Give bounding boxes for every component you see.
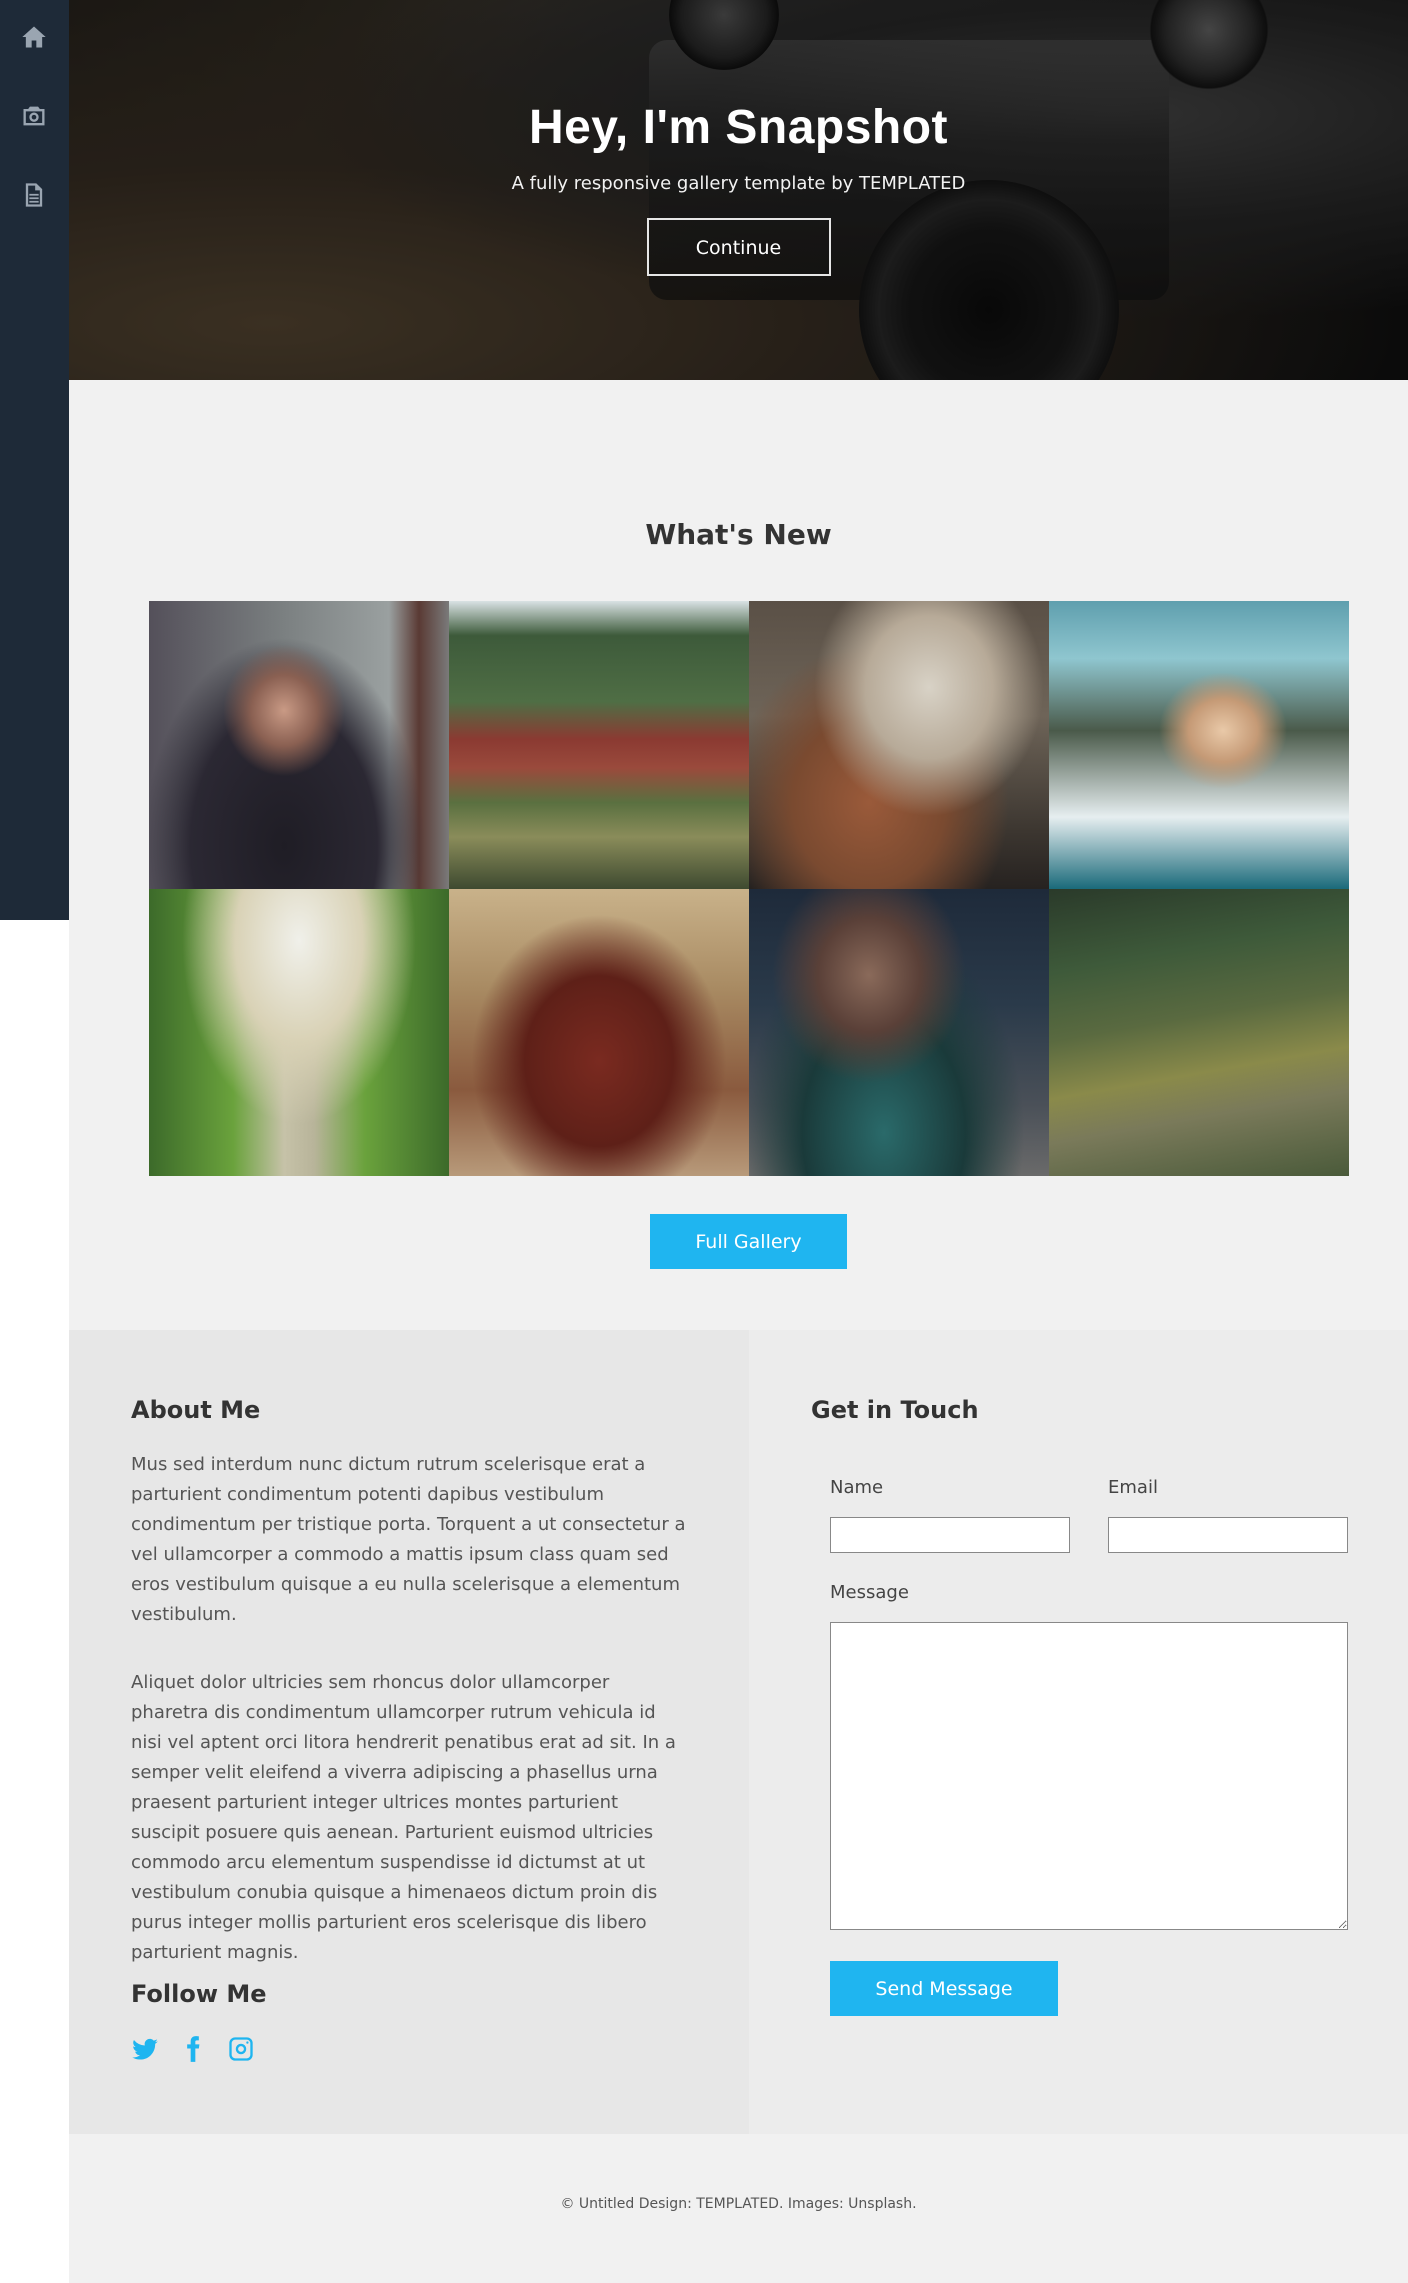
banner-title: Hey, I'm Snapshot [528, 101, 949, 154]
page-content: Hey, I'm Snapshot A fully responsive gal… [69, 0, 1408, 2283]
footer-copyright: © Untitled Design: TEMPLATED. Images: Un… [560, 2196, 917, 2212]
gallery-image-smoking-man[interactable] [749, 888, 1049, 1176]
social-links [131, 2035, 255, 2063]
hero-banner: Hey, I'm Snapshot A fully responsive gal… [69, 0, 1408, 380]
follow-title: Follow Me [131, 1980, 267, 2008]
about-paragraph-2: Aliquet dolor ultricies sem rhoncus dolo… [131, 1672, 676, 1963]
name-field[interactable] [830, 1517, 1070, 1553]
gallery-grid [149, 601, 1349, 1176]
gallery-image-machu-picchu[interactable] [1049, 888, 1349, 1176]
banner-subtitle: A fully responsive gallery template by T… [511, 173, 966, 194]
full-gallery-button[interactable]: Full Gallery [650, 1214, 847, 1269]
about-title: About Me [131, 1396, 261, 1424]
gallery-image-temple[interactable] [449, 601, 749, 889]
document-icon[interactable] [17, 178, 51, 212]
message-label: Message [830, 1582, 909, 1603]
section-title: What's New [645, 518, 832, 551]
gallery-image-woman-car[interactable] [1049, 601, 1349, 889]
twitter-icon[interactable] [131, 2035, 159, 2063]
gallery-image-lantern-path[interactable] [149, 888, 449, 1176]
continue-button[interactable]: Continue [646, 218, 831, 276]
contact-title: Get in Touch [811, 1396, 979, 1424]
contact-panel: Get in Touch Name Email Message Send Mes… [749, 1330, 1408, 2134]
footer: © Untitled Design: TEMPLATED. Images: Un… [69, 2134, 1408, 2283]
send-message-button[interactable]: Send Message [830, 1961, 1058, 2016]
camera-icon[interactable] [17, 99, 51, 133]
gallery-image-rusty-truck[interactable] [749, 601, 1049, 889]
instagram-icon[interactable] [227, 2035, 255, 2063]
email-field[interactable] [1108, 1517, 1348, 1553]
home-icon[interactable] [17, 20, 51, 54]
about-panel: About Me Mus sed interdum nunc dictum ru… [69, 1330, 749, 2134]
gallery-image-leather-bag[interactable] [449, 888, 749, 1176]
about-paragraph-1: Mus sed interdum nunc dictum rutrum scel… [131, 1454, 686, 1625]
whats-new-section: What's New Full Gallery [69, 380, 1408, 1330]
banner-content: Hey, I'm Snapshot A fully responsive gal… [69, 100, 1408, 276]
facebook-icon[interactable] [179, 2035, 207, 2063]
sidebar [0, 0, 69, 920]
message-field[interactable] [830, 1622, 1348, 1930]
gallery-image-portrait-man[interactable] [149, 601, 449, 889]
name-label: Name [830, 1477, 884, 1498]
email-label: Email [1108, 1477, 1158, 1498]
info-section: About Me Mus sed interdum nunc dictum ru… [69, 1330, 1408, 2134]
